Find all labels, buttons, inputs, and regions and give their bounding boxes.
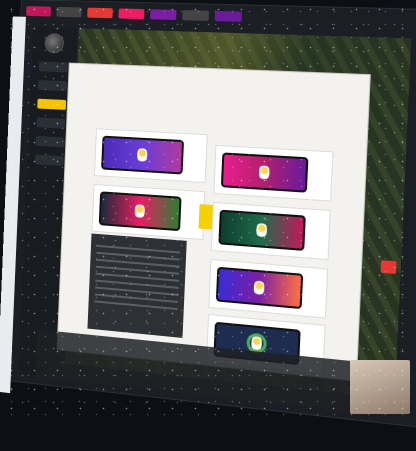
keyboard-image <box>221 152 309 192</box>
sidebar-item-active[interactable] <box>37 99 66 110</box>
avatar-icon[interactable] <box>44 33 64 53</box>
product-card[interactable] <box>211 202 331 260</box>
logo-icon <box>253 278 264 297</box>
logo-icon <box>134 202 145 221</box>
tab[interactable] <box>26 6 51 16</box>
keyboard-image <box>216 267 303 309</box>
product-card[interactable] <box>213 145 333 202</box>
product-info-box <box>87 233 186 337</box>
sidebar-item[interactable] <box>36 136 65 147</box>
tab[interactable] <box>182 10 209 21</box>
sidebar-item[interactable] <box>36 117 65 128</box>
logo-icon <box>256 220 267 239</box>
keyboard-image <box>99 191 182 231</box>
product-card[interactable] <box>92 184 206 240</box>
sidebar-item[interactable] <box>39 61 68 72</box>
webcam-thumbnail <box>350 360 410 414</box>
side-badge[interactable] <box>381 260 397 274</box>
logo-icon <box>137 146 148 165</box>
tab[interactable] <box>56 7 81 18</box>
product-panel <box>58 64 370 381</box>
sidebar-item[interactable] <box>38 80 67 91</box>
keyboard-image <box>101 136 184 175</box>
tab[interactable] <box>118 8 144 19</box>
product-card[interactable] <box>208 259 328 319</box>
keyboard-image <box>218 210 305 251</box>
tab[interactable] <box>215 11 242 22</box>
product-card[interactable] <box>94 128 208 183</box>
sidebar-item[interactable] <box>35 155 64 167</box>
tab[interactable] <box>87 8 113 19</box>
logo-icon <box>251 333 262 353</box>
logo-icon <box>259 163 270 182</box>
tab[interactable] <box>150 9 177 20</box>
category-menu <box>85 72 361 136</box>
